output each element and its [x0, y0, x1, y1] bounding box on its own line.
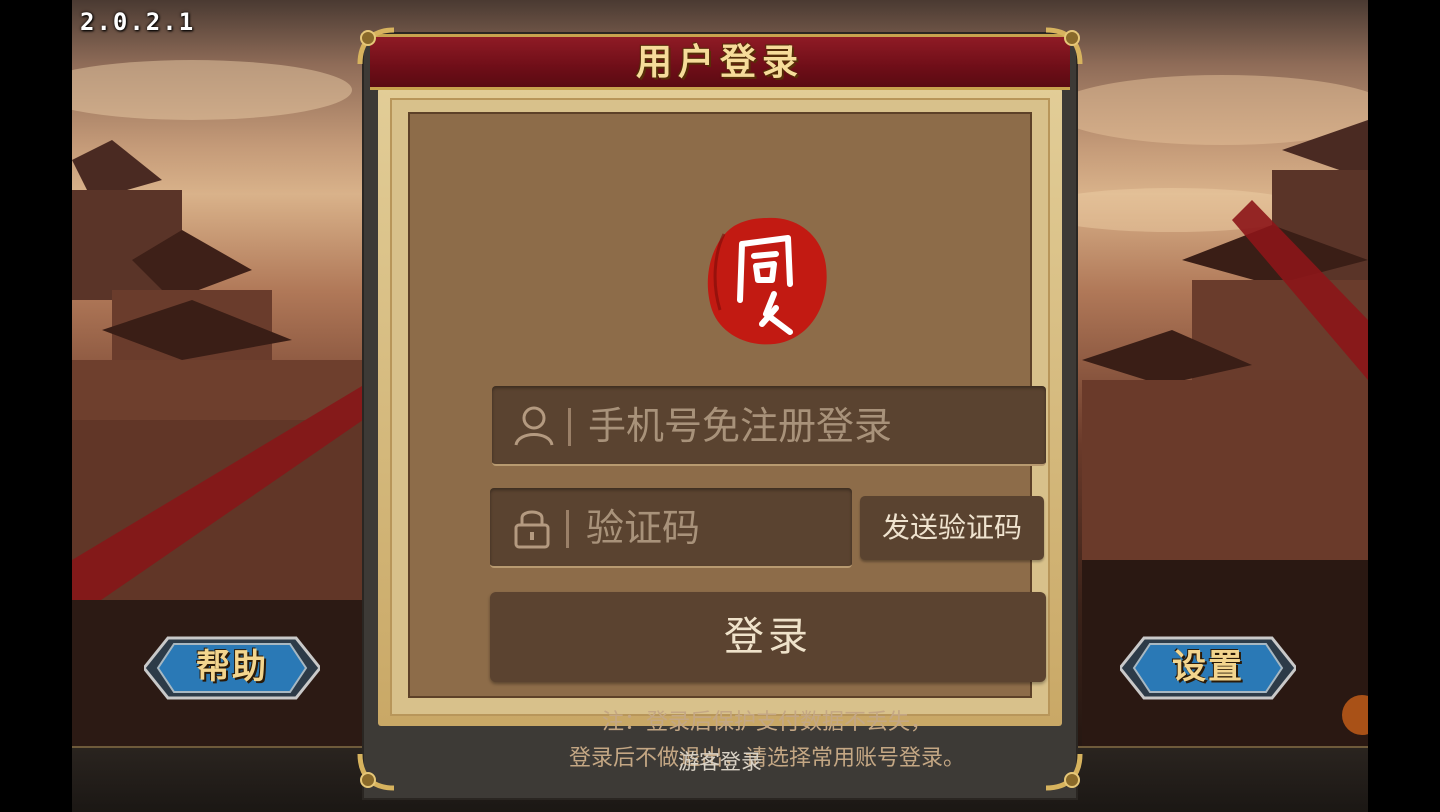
- code-field[interactable]: [490, 488, 852, 568]
- dialog-title: 用户登录: [635, 42, 804, 83]
- note-line-1: 注：登录后保护支付数据不丢失，: [601, 710, 932, 735]
- verification-code-input[interactable]: [584, 496, 840, 560]
- login-panel: 发送验证码 登录 注：登录后保护支付数据不丢失， 登录后不做退出，请选择常用账号…: [408, 112, 1046, 771]
- lock-icon: [514, 510, 550, 549]
- settings-button[interactable]: 设置: [1118, 632, 1298, 704]
- corner-ornament-icon: [1045, 27, 1083, 65]
- send-code-button[interactable]: 发送验证码: [860, 496, 1044, 560]
- login-button[interactable]: 登录: [490, 592, 1046, 682]
- help-button[interactable]: 帮助: [142, 632, 322, 704]
- guest-login-link[interactable]: 游客登录: [362, 746, 1078, 776]
- code-field-separator: [566, 510, 569, 548]
- phone-input[interactable]: [586, 394, 1034, 458]
- seal-logo-icon: [707, 217, 827, 345]
- user-icon: [514, 406, 554, 446]
- version-label: 2.0.2.1: [80, 8, 196, 36]
- corner-ornament-icon: [357, 753, 395, 791]
- corner-ornament-icon: [357, 27, 395, 65]
- login-dialog: 用户登录 手机号免注册登录 验证码 发送验证码 登录 注：登录后保护支付数据不丢…: [357, 27, 1083, 800]
- settings-button-label: 设置: [1172, 647, 1244, 687]
- corner-ornament-icon: [1045, 753, 1083, 791]
- letterbox-right: [1368, 0, 1440, 810]
- phone-field[interactable]: [492, 386, 1046, 466]
- dialog-title-bar: 用户登录: [370, 34, 1070, 90]
- letterbox-left: [0, 0, 72, 810]
- help-button-label: 帮助: [196, 647, 268, 687]
- phone-field-separator: [568, 408, 571, 446]
